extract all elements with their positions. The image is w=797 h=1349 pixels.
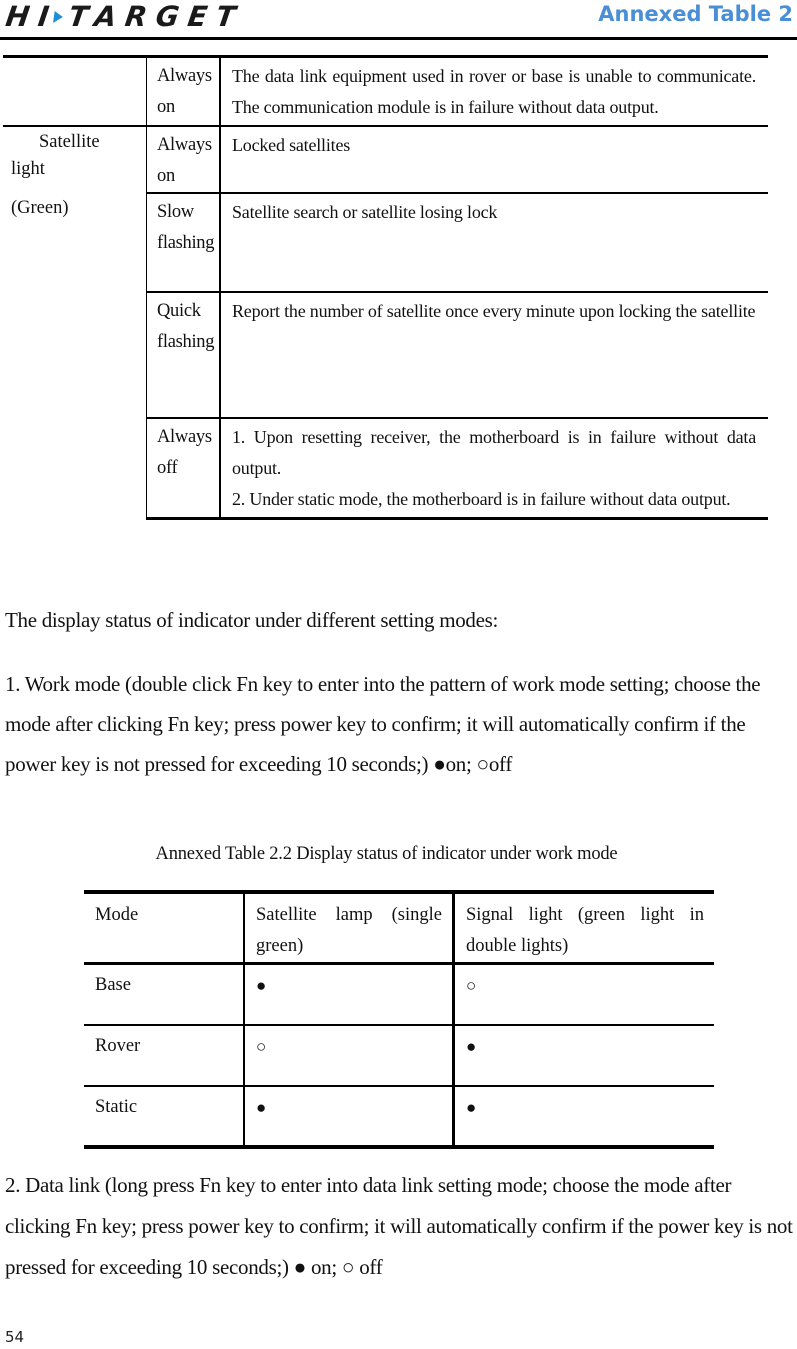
- description-cell: The data link equipment used in rover or…: [220, 55, 768, 127]
- status-cell: Slow flashing: [146, 193, 221, 293]
- status-cell: Always on: [146, 126, 221, 194]
- status-cell: Always on: [146, 55, 221, 127]
- header-title: Annexed Table 2: [598, 2, 793, 26]
- description-line: 1. Upon resetting receiver, the motherbo…: [232, 427, 756, 478]
- table-caption: Annexed Table 2.2 Display status of indi…: [0, 844, 797, 865]
- header-signal-light: Signal light (green light in double ligh…: [453, 890, 714, 965]
- intro-paragraph: The display status of indicator under di…: [5, 608, 499, 632]
- work-mode-paragraph: 1. Work mode (double click Fn key to ent…: [5, 672, 761, 776]
- signal-status-cell: ●: [453, 1086, 714, 1149]
- hi-target-logo: HI TARGET: [3, 0, 247, 33]
- header-divider: [0, 37, 797, 40]
- header-satellite-lamp: Satellite lamp (single green): [243, 890, 455, 965]
- logo-triangle-icon: [52, 11, 64, 23]
- description-cell: Report the number of satellite once ever…: [220, 292, 768, 419]
- light-cell-satellite: Satellite light (Green): [3, 126, 147, 519]
- table-row: Base ● ○: [84, 963, 714, 1026]
- satellite-status-cell: ●: [243, 1086, 455, 1149]
- light-label-line1: Satellite: [39, 132, 100, 152]
- mode-cell: Rover: [84, 1025, 244, 1087]
- mode-cell: Base: [84, 963, 244, 1026]
- data-link-paragraph: 2. Data link (long press Fn key to enter…: [5, 1173, 793, 1279]
- description-line: 2. Under static mode, the motherboard is…: [232, 489, 731, 509]
- indicator-status-table: Always on The data link equipment used i…: [3, 55, 768, 520]
- description-cell: Locked satellites: [220, 126, 768, 194]
- table-row: Always on The data link equipment used i…: [3, 55, 768, 127]
- table-header-row: Mode Satellite lamp (single green) Signa…: [84, 890, 714, 965]
- page-number: 54: [5, 1328, 25, 1346]
- work-mode-table: Mode Satellite lamp (single green) Signa…: [84, 890, 714, 1149]
- table-row: Rover ○ ●: [84, 1025, 714, 1087]
- logo-text-target: TARGET: [66, 0, 247, 33]
- logo-text-hi: HI: [3, 0, 61, 33]
- signal-status-cell: ○: [453, 963, 714, 1026]
- status-cell: Quick flashing: [146, 292, 221, 419]
- signal-status-cell: ●: [453, 1025, 714, 1087]
- description-cell: 1. Upon resetting receiver, the motherbo…: [220, 418, 768, 520]
- satellite-status-cell: ○: [243, 1025, 455, 1087]
- light-cell: [3, 55, 147, 127]
- header-mode: Mode: [84, 890, 244, 965]
- status-cell: Always off: [146, 418, 221, 520]
- light-label-color: (Green): [11, 198, 69, 218]
- mode-cell: Static: [84, 1086, 244, 1149]
- table-row: Static ● ●: [84, 1086, 714, 1149]
- description-cell: Satellite search or satellite losing loc…: [220, 193, 768, 293]
- table-caption-text: Annexed Table 2.2 Display status of indi…: [155, 844, 618, 864]
- table-row: Satellite light (Green) Always on Locked…: [3, 126, 768, 218]
- light-label-line2: light: [11, 159, 45, 179]
- satellite-status-cell: ●: [243, 963, 455, 1026]
